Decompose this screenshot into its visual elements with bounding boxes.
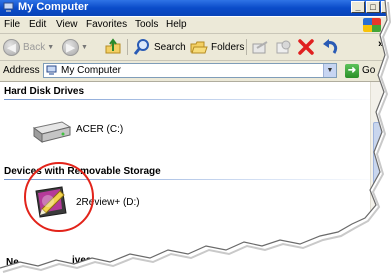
standard-toolbar: ◀ Back ▼ ▶ ▼ Search Folders » xyxy=(0,34,391,61)
my-computer-icon xyxy=(46,65,57,75)
back-arrow-icon: ◀ xyxy=(3,38,20,56)
menu-favorites[interactable]: Favorites xyxy=(86,19,127,30)
go-arrow-icon[interactable]: ➜ xyxy=(345,64,359,78)
go-label[interactable]: Go xyxy=(362,65,375,76)
up-button[interactable] xyxy=(104,38,122,56)
menu-view[interactable]: View xyxy=(56,19,78,30)
menu-tools[interactable]: Tools xyxy=(135,19,158,30)
address-bar: Address My Computer ▼ ➜ Go xyxy=(0,61,391,82)
close-button[interactable]: x xyxy=(381,1,391,13)
highlight-circle xyxy=(24,162,94,232)
menu-bar: File Edit View Favorites Tools Help xyxy=(0,17,391,34)
toolbar-overflow-chevron[interactable]: » xyxy=(378,38,384,50)
forward-arrow-icon: ▶ xyxy=(62,38,79,56)
windows-logo-icon xyxy=(363,18,381,32)
title-bar[interactable]: My Computer _ □ x xyxy=(0,0,391,16)
menu-file[interactable]: File xyxy=(4,19,20,30)
drive-item-c[interactable]: ACER (C:) xyxy=(30,112,140,148)
group-network-title-fragment: Ne xyxy=(6,257,19,268)
maximize-button[interactable]: □ xyxy=(366,1,380,13)
back-button[interactable]: ◀ Back ▼ xyxy=(3,38,54,56)
address-dropdown-icon[interactable]: ▼ xyxy=(323,64,336,77)
address-input[interactable]: My Computer ▼ xyxy=(43,63,337,78)
move-to-button[interactable] xyxy=(251,38,269,56)
scrollbar-thumb[interactable] xyxy=(373,122,384,194)
search-button[interactable]: Search xyxy=(133,38,186,56)
search-label: Search xyxy=(154,41,186,53)
delete-x-icon xyxy=(298,39,314,55)
address-value: My Computer xyxy=(61,65,122,76)
back-dropdown-icon[interactable]: ▼ xyxy=(47,44,54,51)
move-to-icon xyxy=(252,41,268,54)
toolbar-separator xyxy=(127,39,128,55)
my-computer-icon xyxy=(3,2,14,12)
folders-button[interactable]: Folders xyxy=(190,38,244,56)
toolbar-separator xyxy=(246,39,247,55)
vertical-scrollbar[interactable] xyxy=(370,82,387,278)
undo-button[interactable] xyxy=(320,38,340,56)
window-title: My Computer xyxy=(18,1,89,13)
copy-to-button[interactable] xyxy=(274,38,292,56)
forward-button[interactable]: ▶ ▼ xyxy=(62,38,88,56)
folder-up-icon xyxy=(105,38,121,54)
minimize-button[interactable]: _ xyxy=(351,1,365,13)
menu-edit[interactable]: Edit xyxy=(29,19,46,30)
forward-dropdown-icon[interactable]: ▼ xyxy=(81,44,88,51)
explorer-window: My Computer _ □ x File Edit View Favorit… xyxy=(0,0,391,278)
group-divider xyxy=(4,99,384,100)
copy-to-icon xyxy=(276,40,291,54)
delete-button[interactable] xyxy=(297,38,315,56)
group-network-title-fragment: ives xyxy=(72,255,92,266)
search-icon xyxy=(133,39,149,55)
group-hard-disk-title: Hard Disk Drives xyxy=(4,86,85,97)
undo-icon xyxy=(323,39,338,54)
folders-icon xyxy=(190,41,208,54)
hard-drive-icon xyxy=(32,121,72,143)
menu-help[interactable]: Help xyxy=(166,19,187,30)
address-label: Address xyxy=(3,65,40,76)
drive-label-c: ACER (C:) xyxy=(76,124,124,135)
folders-label: Folders xyxy=(211,41,245,53)
back-label: Back xyxy=(23,41,46,53)
